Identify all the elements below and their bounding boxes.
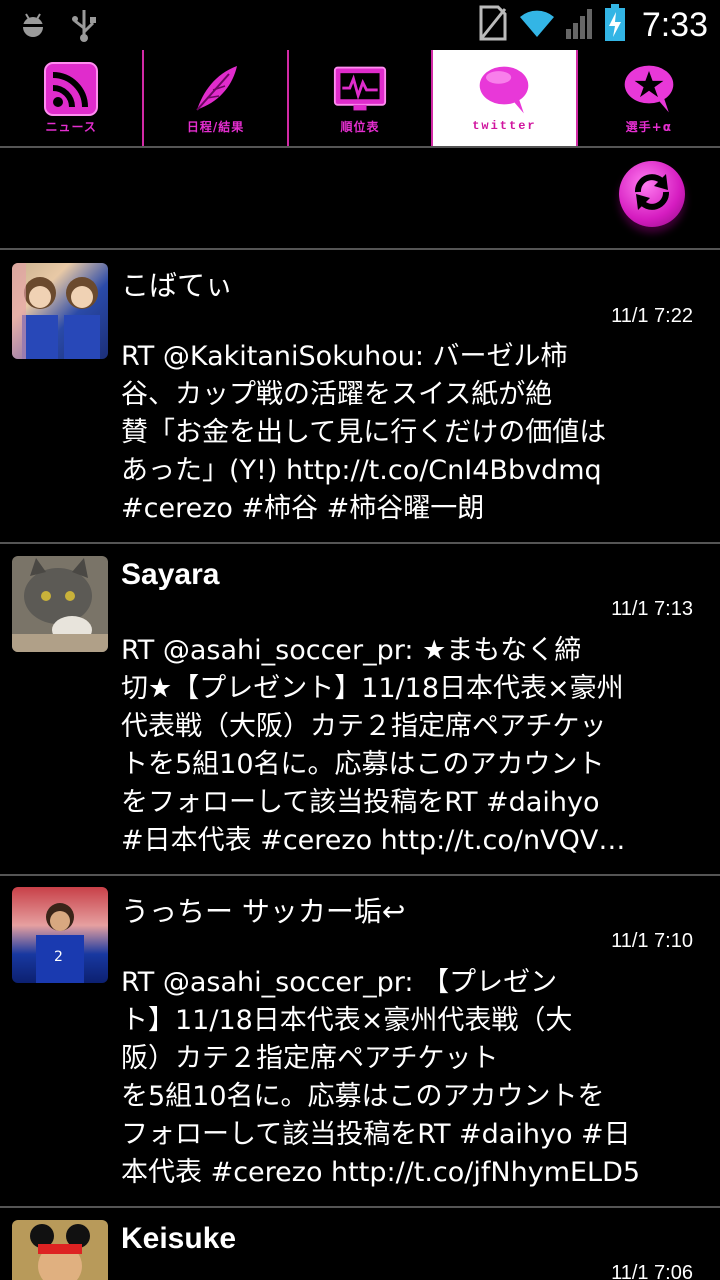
refresh-icon [630,170,674,218]
avatar [12,263,108,359]
clock: 7:33 [641,5,708,44]
rss-icon [44,61,99,116]
tab-twitter[interactable]: twitter [431,50,576,146]
status-bar: 7:33 [0,0,720,50]
refresh-button[interactable] [619,161,685,227]
avatar [12,556,108,652]
svg-text:2: 2 [54,949,63,965]
tab-players[interactable]: 選手+α [575,50,720,146]
tweet-username: こばてぃ [121,269,234,302]
speech-bubble-icon [477,63,531,117]
battery-charging-icon [604,4,626,46]
tab-standings-label: 順位表 [340,119,380,134]
no-sim-icon [478,5,508,45]
usb-icon [70,8,98,46]
tweet-item[interactable]: こばてぃ 11/1 7:22 RT @KakitaniSokuhou: バーゼル… [0,250,720,542]
android-debug-icon [18,10,48,44]
tweet-username: Sayara [121,558,220,591]
tweet-username: Keisuke [121,1222,237,1255]
tweet-time: 11/1 7:10 [611,930,693,952]
tab-schedule-label: 日程/結果 [186,119,245,134]
tab-players-label: 選手+α [625,119,672,134]
wifi-icon [518,7,556,43]
tweet-time: 11/1 7:06 [611,1262,693,1280]
tweet-item[interactable]: Keisuke 11/1 7:06 [0,1208,720,1280]
star-bubble-icon [622,62,676,116]
tweet-text: RT @KakitaniSokuhou: バーゼル柿 谷、カップ戦の活躍をスイス… [121,341,607,524]
tab-news-label: ニュース [45,119,97,134]
feather-icon [189,62,243,116]
tab-news[interactable]: ニュース [0,50,142,146]
tab-schedule[interactable]: 日程/結果 [142,50,286,146]
toolbar [0,148,720,248]
tweet-time: 11/1 7:13 [611,598,693,620]
tweet-time: 11/1 7:22 [611,305,693,327]
pulse-monitor-icon [333,62,387,116]
avatar: 2 [12,887,108,983]
tab-standings[interactable]: 順位表 [286,50,431,146]
tweet-text: RT @asahi_soccer_pr: ★まもなく締 切★【プレゼント】11/… [121,635,626,856]
avatar [12,1220,108,1280]
tweet-text: RT @asahi_soccer_pr: 【プレゼン ト】11/18日本代表×豪… [121,967,641,1188]
tab-twitter-label: twitter [472,119,537,133]
tweet-item[interactable]: 2 うっちー サッカー垢↩ 11/1 7:10 RT @asahi_soccer… [0,876,720,1206]
tab-bar: ニュース 日程/結果 順位表 twitter 選手+α [0,50,720,146]
tweet-item[interactable]: Sayara 11/1 7:13 RT @asahi_soccer_pr: ★ま… [0,544,720,874]
tweet-username: うっちー サッカー垢↩ [121,895,406,928]
signal-icon [565,7,594,43]
